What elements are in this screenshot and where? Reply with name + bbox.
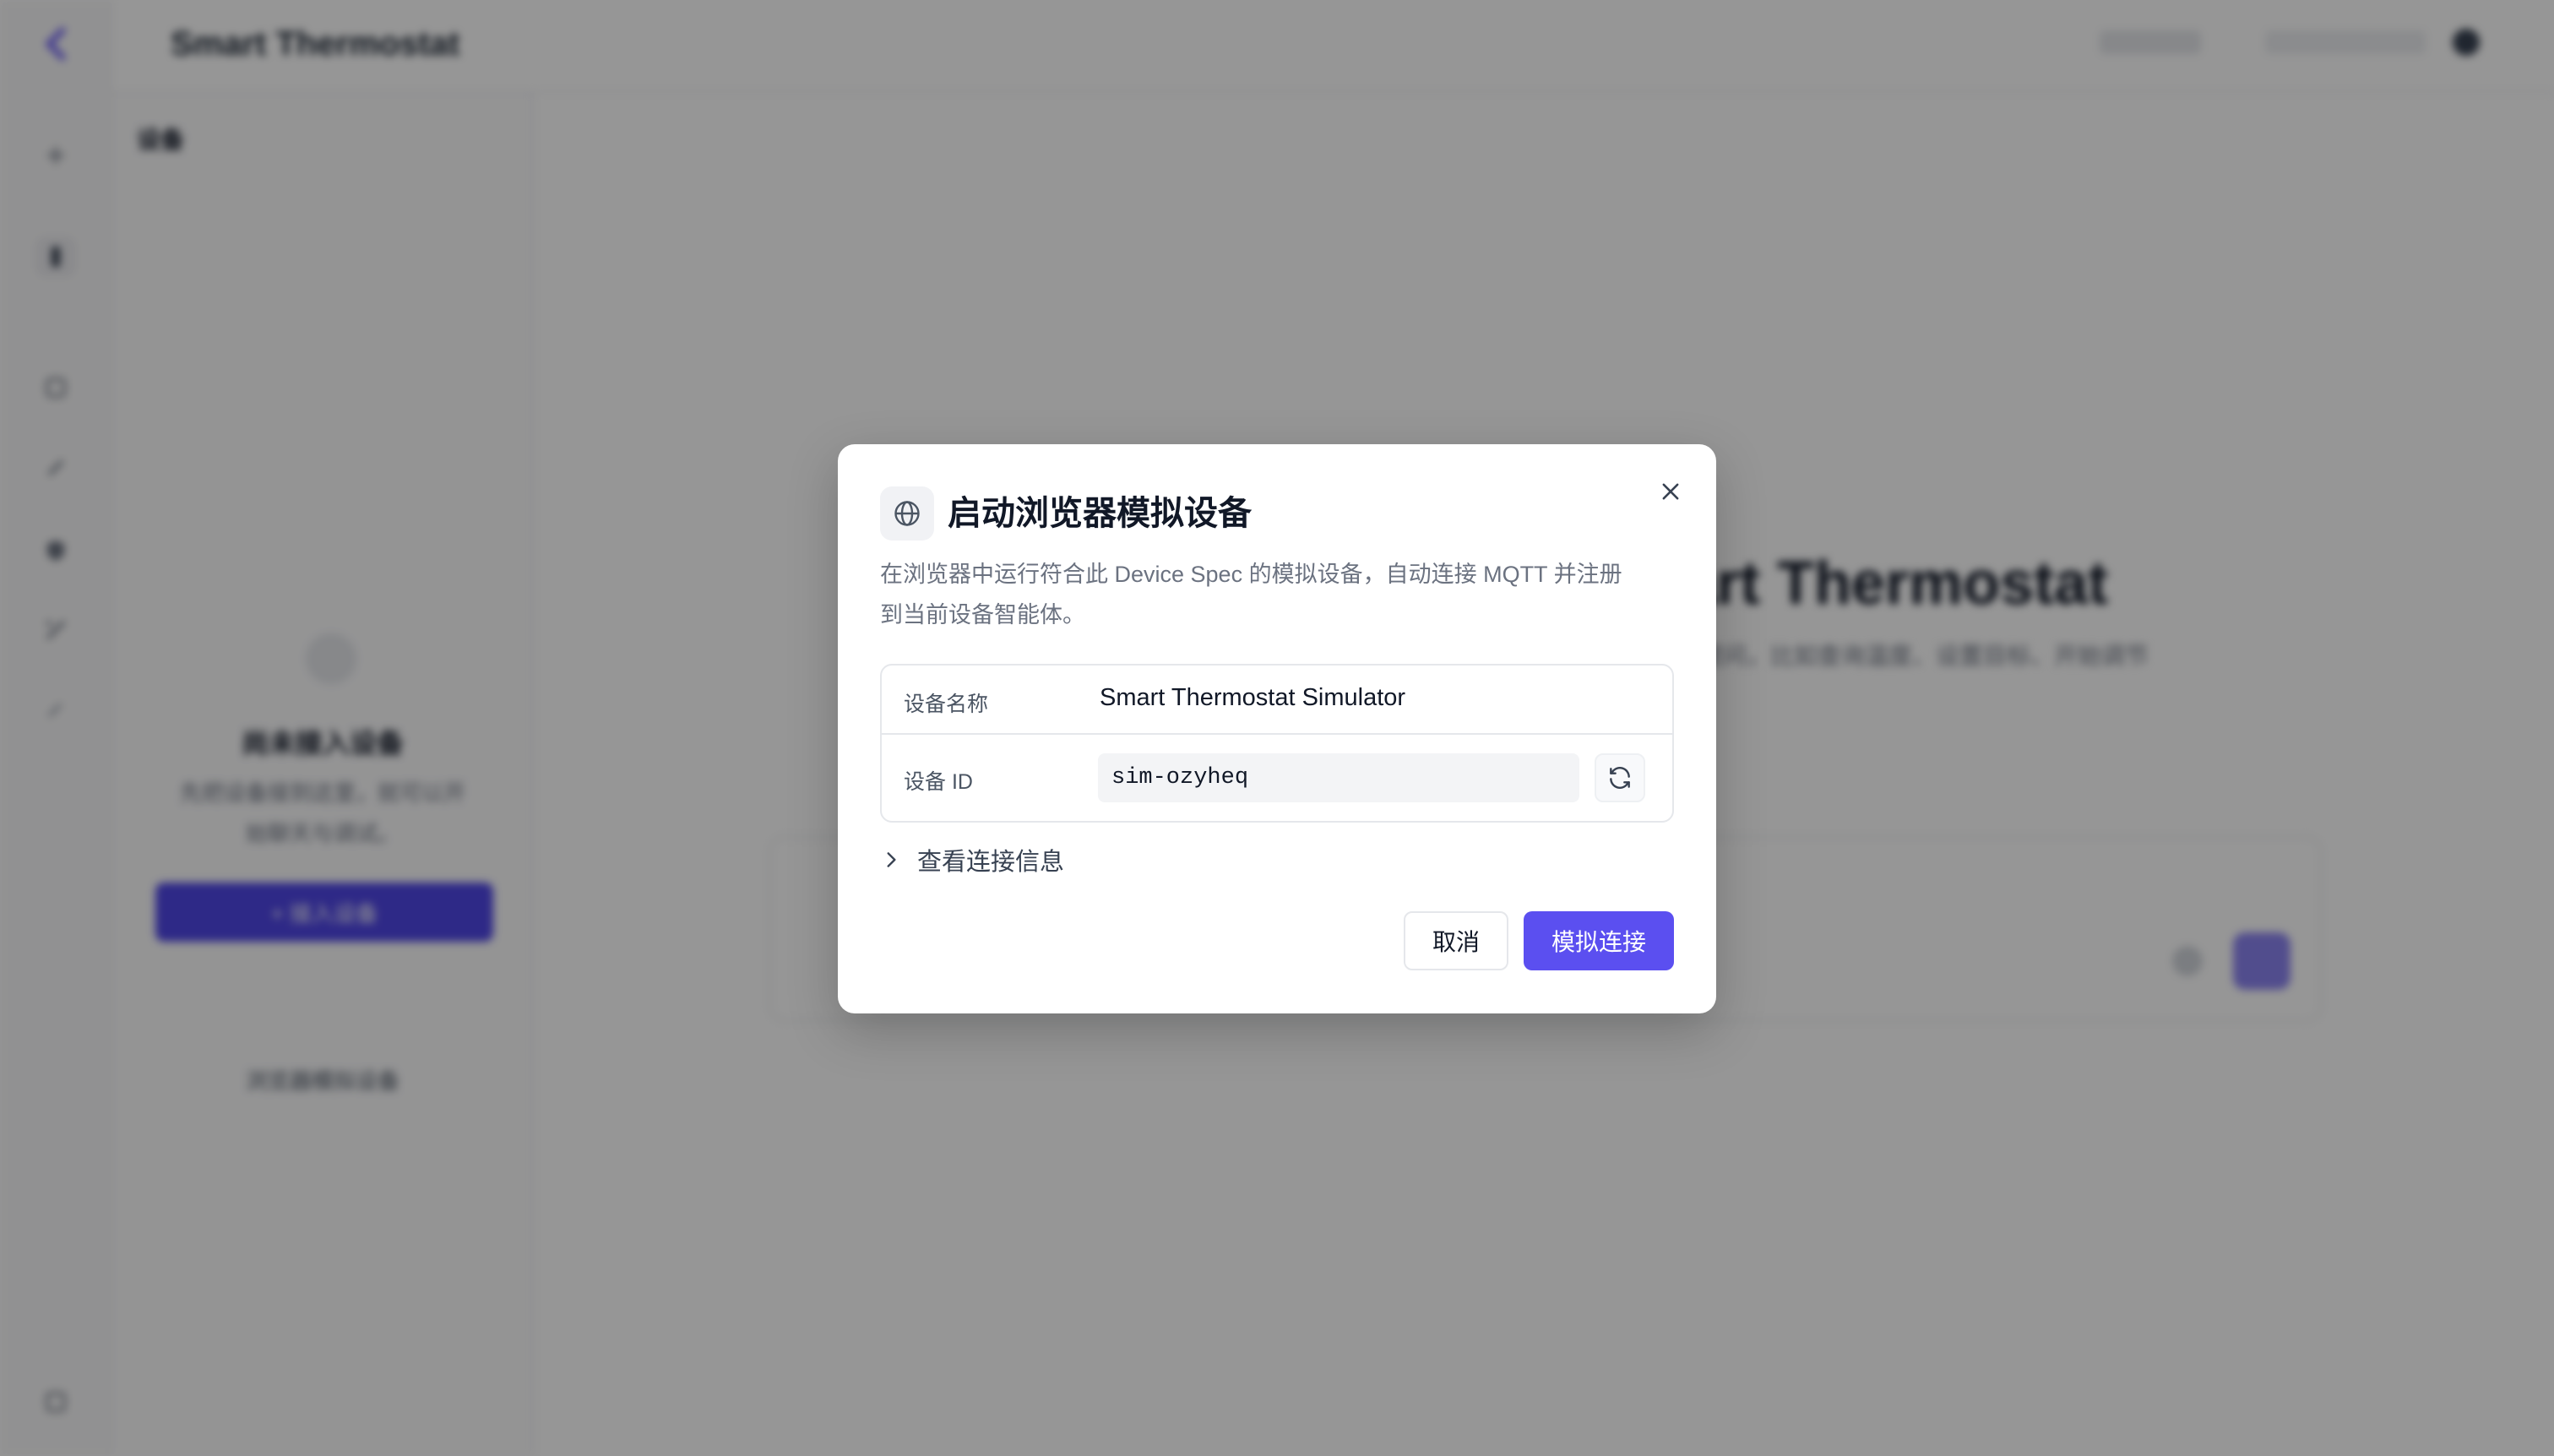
cancel-button[interactable]: 取消 [1404, 911, 1508, 970]
device-id-row: 设备 ID [882, 735, 1672, 823]
title-icon-container [880, 486, 934, 541]
refresh-icon [1610, 767, 1630, 789]
device-name-row: 设备名称 Smart Thermostat Simulator [882, 666, 1672, 735]
dialog-title: 启动浏览器模拟设备 [948, 495, 1252, 532]
regenerate-id-button[interactable] [1595, 753, 1645, 802]
simulate-device-dialog: 启动浏览器模拟设备 在浏览器中运行符合此 Device Spec 的模拟设备，自… [838, 444, 1716, 1013]
device-info-box: 设备名称 Smart Thermostat Simulator 设备 ID [880, 664, 1674, 823]
device-name-value: Smart Thermostat Simulator [1100, 684, 1406, 711]
connection-info-label: 查看连接信息 [917, 849, 1065, 876]
globe-icon [894, 501, 920, 526]
device-name-label: 设备名称 [904, 693, 989, 716]
dialog-description: 在浏览器中运行符合此 Device Spec 的模拟设备，自动连接 MQTT 并… [880, 562, 1622, 627]
device-id-input[interactable] [1098, 753, 1579, 802]
close-icon [1662, 483, 1679, 500]
close-button[interactable] [1652, 473, 1689, 510]
connection-info-toggle[interactable]: 查看连接信息 [880, 841, 1064, 878]
simulate-connect-button[interactable]: 模拟连接 [1524, 911, 1674, 970]
chevron-right-icon [887, 852, 896, 867]
device-id-label: 设备 ID [904, 770, 973, 794]
